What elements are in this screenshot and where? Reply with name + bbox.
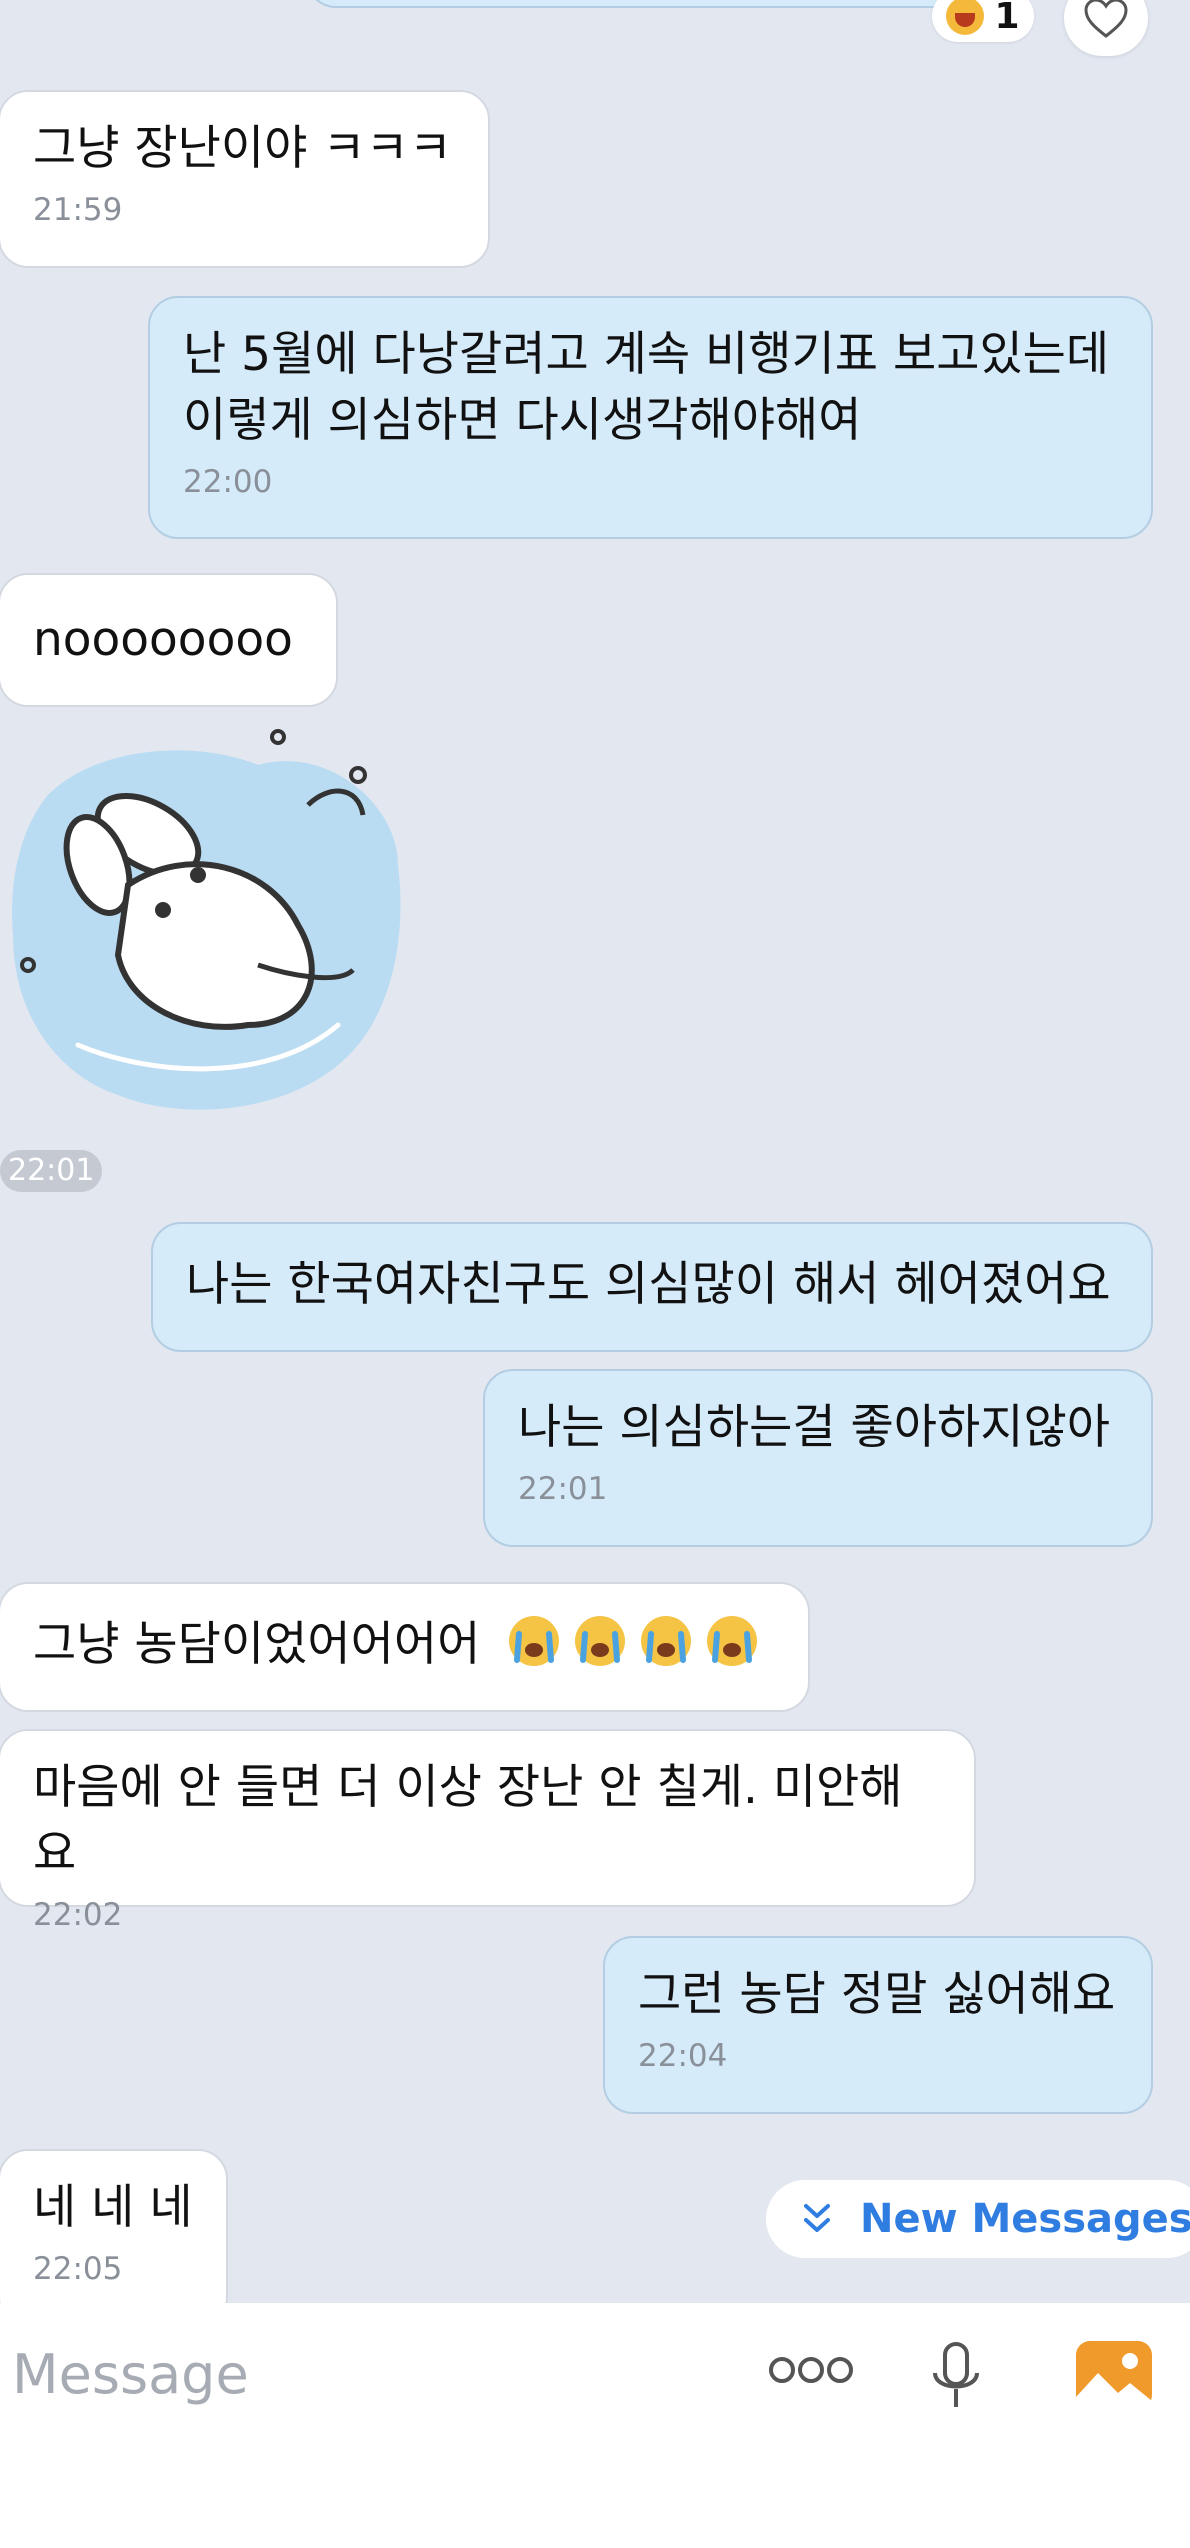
chevron-double-down-icon (804, 2204, 830, 2232)
message-text: 그런 농담 정말 싫어해요 (638, 1967, 1116, 2022)
message-text: 네 네 네 (33, 2180, 193, 2235)
message-text: 그냥 장난이야 ㅋㅋㅋ (33, 121, 453, 176)
message-time: 22:02 (33, 1897, 123, 1933)
message-bubble-outgoing[interactable]: 난 5월에 다낭갈려고 계속 비행기표 보고있는데 이렇게 의심하면 다시생각해… (148, 296, 1153, 539)
crying-emoji-icon (641, 1616, 692, 1666)
message-text: 나는 의심하는걸 좋아하지않아 (518, 1400, 1110, 1455)
microphone-icon[interactable] (930, 2341, 982, 2413)
reaction-count: 1 (994, 0, 1020, 37)
message-bubble-outgoing[interactable]: 나는 한국여자친구도 의심많이 해서 헤어졌어요 (151, 1222, 1153, 1352)
like-button[interactable] (1064, 0, 1148, 56)
crying-emoji-icon (509, 1616, 560, 1666)
message-text: 그냥 농담이었어어어어 (33, 1617, 481, 1672)
sticker-time: 22:01 (0, 1150, 103, 1192)
message-bubble-outgoing[interactable]: 그런 농담 정말 싫어해요 22:04 (603, 1936, 1153, 2114)
crying-emoji-icon (707, 1616, 758, 1666)
heart-icon (1084, 0, 1128, 38)
message-text: 나는 한국여자친구도 의심많이 해서 헤어졌어요 (186, 1257, 1111, 1312)
message-time: 22:05 (33, 2251, 123, 2287)
previous-message-bubble (306, 0, 966, 8)
message-bubble-incoming[interactable]: 그냥 농담이었어어어어 (0, 1582, 810, 1712)
laughing-emoji-icon (946, 0, 985, 35)
crying-emoji-icon (575, 1616, 626, 1666)
new-messages-label: New Messages (860, 2196, 1190, 2242)
message-bubble-incoming[interactable]: 마음에 안 들면 더 이상 장난 안 칠게. 미안해요 22:02 (0, 1729, 976, 1933)
new-messages-button[interactable]: New Messages (766, 2180, 1190, 2258)
message-text: noooooooo (33, 612, 293, 667)
message-input-bar: Message (0, 2303, 1190, 2548)
message-time: 21:59 (33, 192, 123, 228)
message-input[interactable]: Message (12, 2343, 249, 2406)
message-time: 22:01 (518, 1471, 608, 1507)
message-text: 마음에 안 들면 더 이상 장난 안 칠게. 미안해요 (33, 1760, 903, 1881)
message-bubble-outgoing[interactable]: 나는 의심하는걸 좋아하지않아 22:01 (483, 1369, 1153, 1547)
message-text: 난 5월에 다낭갈려고 계속 비행기표 보고있는데 이렇게 의심하면 다시생각해… (183, 327, 1110, 448)
crying-bunny-sticker[interactable] (8, 725, 408, 1125)
reaction-badge[interactable]: 1 (932, 0, 1034, 42)
gallery-icon[interactable] (1074, 2339, 1154, 2411)
message-time: 22:00 (183, 464, 273, 500)
message-bubble-incoming[interactable]: 네 네 네 22:05 (0, 2149, 228, 2327)
message-time: 22:04 (638, 2038, 728, 2074)
message-bubble-incoming[interactable]: noooooooo (0, 573, 338, 707)
more-dots-icon[interactable] (768, 2353, 854, 2387)
message-bubble-incoming[interactable]: 그냥 장난이야 ㅋㅋㅋ 21:59 (0, 90, 490, 268)
